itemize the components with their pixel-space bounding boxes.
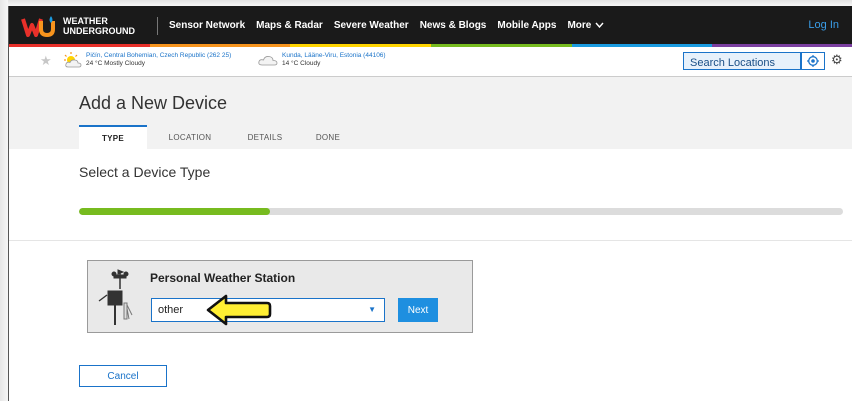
page: WEATHER UNDERGROUND Sensor Network Maps … (8, 6, 852, 401)
nav-divider (157, 17, 158, 35)
star-icon[interactable]: ★ (40, 53, 52, 69)
next-button[interactable]: Next (398, 298, 438, 322)
cloudy-icon (258, 56, 278, 66)
wizard-progress-bar (79, 208, 843, 215)
search-box (683, 52, 801, 71)
brand-name: WEATHER UNDERGROUND (63, 16, 135, 36)
nav-news-blogs[interactable]: News & Blogs (420, 20, 487, 31)
location-1-text: Pičín, Central Bohemian, Czech Republic … (86, 52, 231, 68)
location-1-conditions: 24 °C Mostly Cloudy (86, 60, 145, 67)
caret-down-icon: ▼ (368, 305, 376, 314)
crosshair-icon (807, 55, 819, 67)
favorite-location-1[interactable]: Pičín, Central Bohemian, Czech Republic … (63, 52, 231, 68)
pointer-arrow-icon (206, 294, 272, 326)
login-link[interactable]: Log In (808, 19, 839, 31)
tab-type[interactable]: TYPE (79, 125, 147, 149)
favorite-location-2[interactable]: Kunda, Lääne-Viru, Estonia (44106) 14 °C… (257, 52, 386, 68)
device-type-card: Personal Weather Station other ▼ Next (87, 260, 473, 333)
chevron-down-icon (595, 22, 604, 28)
cancel-button[interactable]: Cancel (79, 365, 167, 387)
wizard-steps: TYPE LOCATION DETAILS DONE (79, 125, 359, 149)
locate-button[interactable] (801, 52, 825, 70)
device-type-title: Personal Weather Station (150, 271, 296, 285)
progress-fill (79, 208, 270, 215)
window-shadow-left (0, 0, 8, 401)
location-2-name: Kunda, Lääne-Viru, Estonia (44106) (282, 52, 386, 59)
gear-icon[interactable]: ⚙ (831, 52, 843, 68)
location-1-name: Pičín, Central Bohemian, Czech Republic … (86, 52, 232, 59)
location-2-text: Kunda, Lääne-Viru, Estonia (44106) 14 °C… (282, 52, 386, 68)
device-wizard-header: Add a New Device TYPE LOCATION DETAILS D… (9, 77, 852, 149)
nav-severe-weather[interactable]: Severe Weather (334, 20, 409, 31)
nav-mobile-apps[interactable]: Mobile Apps (497, 20, 556, 31)
nav-more-label: More (567, 19, 592, 31)
weather-station-icon (98, 269, 133, 325)
tab-done[interactable]: DONE (297, 125, 359, 149)
wu-logo[interactable]: WEATHER UNDERGROUND (21, 14, 135, 38)
device-model-value: other (158, 304, 184, 316)
section-title: Select a Device Type (79, 164, 211, 180)
brand-line-2: UNDERGROUND (63, 26, 135, 36)
wu-logo-icon (21, 16, 55, 37)
nav-sensor-network[interactable]: Sensor Network (169, 20, 245, 31)
tab-details[interactable]: DETAILS (233, 125, 297, 149)
nav-maps-radar[interactable]: Maps & Radar (256, 20, 323, 31)
top-nav-bar: WEATHER UNDERGROUND Sensor Network Maps … (9, 6, 852, 44)
tab-location[interactable]: LOCATION (147, 125, 233, 149)
nav-more[interactable]: More (567, 20, 604, 31)
divider (9, 240, 852, 241)
location-bar: ★ Pičín, Central Bohemian, Czech Republi… (9, 47, 852, 77)
partly-cloudy-icon (64, 52, 82, 68)
main-nav: Sensor Network Maps & Radar Severe Weath… (169, 6, 615, 44)
page-title: Add a New Device (79, 93, 228, 113)
location-2-conditions: 14 °C Cloudy (282, 60, 321, 67)
brand-line-1: WEATHER (63, 16, 108, 26)
search-input[interactable] (684, 55, 800, 71)
